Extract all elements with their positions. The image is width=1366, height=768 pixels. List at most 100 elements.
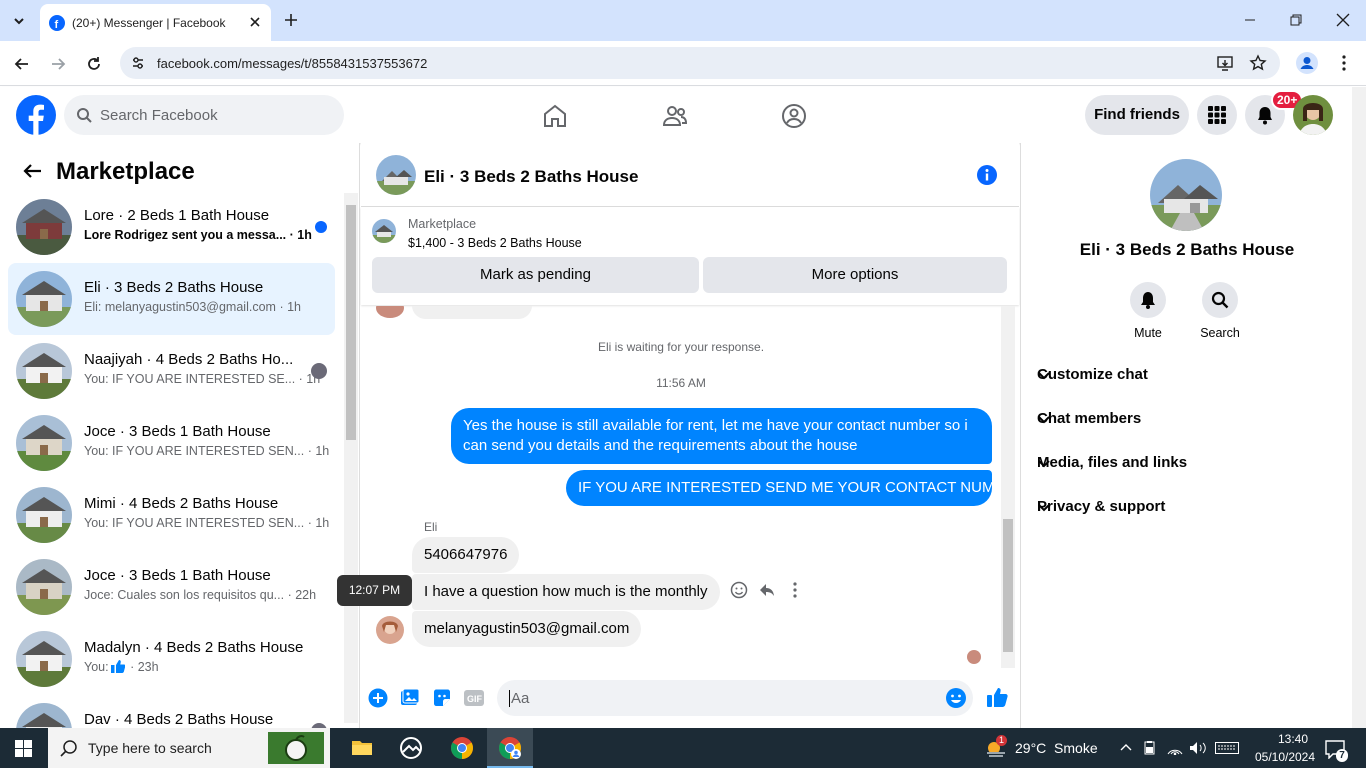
friends-icon[interactable] (662, 103, 688, 129)
conversation-name: Eli · 3 Beds 2 Baths House (84, 279, 264, 296)
svg-text:GIF: GIF (467, 694, 483, 704)
windows-start-icon[interactable] (15, 740, 32, 757)
emoji-icon[interactable] (945, 687, 967, 709)
search-conversation-button[interactable]: Search (1200, 282, 1240, 340)
chrome-active-window[interactable] (487, 728, 533, 768)
site-info-icon[interactable] (130, 55, 146, 71)
gif-icon[interactable]: GIF (463, 688, 485, 708)
taskbar-search-box[interactable]: Type here to search (48, 728, 330, 768)
restore-icon[interactable] (1289, 13, 1303, 27)
profile-icon[interactable] (1296, 52, 1318, 74)
chat-avatar[interactable] (376, 155, 416, 195)
conversation-item[interactable]: Mimi · 4 Beds 2 Baths House You: IF YOU A… (8, 479, 335, 551)
partial-message-bubble (412, 306, 532, 319)
battery-icon[interactable] (1143, 741, 1159, 755)
more-actions-icon[interactable] (790, 581, 800, 599)
seen-receipt-avatar (967, 650, 981, 664)
received-message[interactable]: I have a question how much is the monthl… (412, 574, 720, 610)
sent-message[interactable]: Yes the house is still available for ren… (451, 408, 992, 464)
home-icon[interactable] (542, 103, 568, 129)
conversation-item[interactable]: Naajiyah · 4 Beds 2 Baths Ho... You: IF Y… (8, 335, 335, 407)
wifi-icon[interactable] (1167, 741, 1183, 755)
mark-as-pending-button[interactable]: Mark as pending (372, 257, 699, 293)
message-input[interactable]: Aa (497, 680, 973, 716)
clock-date[interactable]: 05/10/2024 (1247, 750, 1323, 764)
account-avatar[interactable] (1293, 95, 1333, 135)
conversation-thumbnail (16, 703, 72, 728)
reply-icon[interactable] (758, 581, 776, 599)
photo-icon[interactable] (400, 688, 420, 708)
chat-members-section[interactable]: Chat members (1037, 398, 1337, 442)
search-icon-circle (1202, 282, 1238, 318)
thumbs-up-icon[interactable] (986, 686, 1008, 708)
weather-text[interactable]: 29°C Smoke (1015, 740, 1098, 756)
listing-thumbnail[interactable] (372, 219, 396, 243)
facebook-logo-icon[interactable] (16, 95, 56, 135)
profile-avatar[interactable] (1150, 159, 1222, 231)
browser-menu-icon[interactable] (1337, 54, 1351, 72)
close-tab-icon[interactable] (248, 15, 262, 29)
page-scrollbar[interactable] (1352, 87, 1366, 728)
sender-avatar[interactable] (376, 616, 404, 644)
close-window-icon[interactable] (1336, 13, 1350, 27)
groups-icon[interactable] (781, 103, 807, 129)
clock-time[interactable]: 13:40 (1264, 732, 1322, 746)
conversation-item[interactable]: Eli · 3 Beds 2 Baths House Eli: melanyagu… (8, 263, 335, 335)
sticker-icon[interactable] (432, 688, 452, 708)
back-arrow-icon[interactable] (22, 163, 42, 179)
chevron-down-icon (1037, 368, 1337, 382)
omnibox[interactable]: facebook.com/messages/t/8558431537553672 (120, 47, 1280, 79)
conversation-item[interactable]: Dav · 4 Beds 2 Baths House (8, 695, 335, 728)
conversation-scrollbar[interactable] (344, 193, 358, 723)
listing-price[interactable]: $1,400 - 3 Beds 2 Baths House (408, 236, 582, 250)
tab-search-icon[interactable] (8, 10, 30, 32)
conversation-preview: Lore Rodrigez sent you a messa... · 1h (84, 228, 312, 242)
message-scrollbar[interactable] (1001, 306, 1015, 668)
forward-icon[interactable] (49, 55, 67, 73)
chat-title[interactable]: Eli · 3 Beds 2 Baths House (424, 167, 638, 187)
conversation-item[interactable]: Lore · 2 Beds 1 Bath House Lore Rodrigez … (8, 191, 335, 263)
menu-button[interactable] (1197, 95, 1237, 135)
conversation-thumbnail (16, 415, 72, 471)
find-friends-button[interactable]: Find friends (1085, 95, 1189, 135)
chevron-up-icon[interactable] (1120, 742, 1132, 754)
privacy-support-section[interactable]: Privacy & support (1037, 486, 1337, 530)
conversation-item[interactable]: Madalyn · 4 Beds 2 Baths House You: · 23h (8, 623, 335, 695)
back-icon[interactable] (13, 55, 31, 73)
plus-icon[interactable] (368, 688, 388, 708)
file-explorer-icon[interactable] (351, 737, 373, 757)
search-icon (76, 107, 92, 123)
mute-button[interactable]: Mute (1130, 282, 1166, 340)
chevron-down-icon (1037, 412, 1337, 426)
install-app-icon[interactable] (1216, 54, 1234, 72)
conversation-item[interactable]: Joce · 3 Beds 1 Bath House You: IF YOU AR… (8, 407, 335, 479)
media-files-links-section[interactable]: Media, files and links (1037, 442, 1337, 486)
volume-icon[interactable] (1189, 741, 1207, 755)
customize-chat-section[interactable]: Customize chat (1037, 354, 1337, 398)
new-tab-icon[interactable] (283, 12, 299, 28)
bell-icon (1255, 105, 1275, 125)
reload-icon[interactable] (85, 55, 103, 73)
keyboard-icon[interactable] (1215, 742, 1239, 754)
menu-grid-icon (1208, 106, 1226, 124)
browser-tab-bar: f (20+) Messenger | Facebook (0, 0, 1366, 41)
marketplace-listing-banner: Marketplace $1,400 - 3 Beds 2 Baths Hous… (361, 207, 1019, 305)
conversation-thumbnail (16, 631, 72, 687)
chevron-down-icon (1037, 456, 1337, 470)
received-message[interactable]: melanyagustin503@gmail.com (412, 611, 642, 647)
bell-icon (1139, 290, 1157, 310)
message-thread: Eli is waiting for your response. 11:56 … (361, 306, 1001, 668)
browser-tab[interactable]: f (20+) Messenger | Facebook (40, 4, 271, 41)
minimize-icon[interactable] (1243, 13, 1257, 27)
more-options-button[interactable]: More options (703, 257, 1007, 293)
chrome-icon[interactable] (450, 736, 474, 760)
received-message[interactable]: 5406647976 (412, 537, 520, 573)
info-icon[interactable] (976, 164, 998, 186)
search-label: Search (1200, 326, 1240, 340)
bookmark-star-icon[interactable] (1249, 54, 1267, 72)
photos-app-icon[interactable] (400, 737, 422, 759)
facebook-search-input[interactable]: Search Facebook (64, 95, 344, 135)
react-emoji-icon[interactable] (730, 581, 748, 599)
conversation-item[interactable]: Joce · 3 Beds 1 Bath House Joce: Cuales s… (8, 551, 335, 623)
sent-message[interactable]: IF YOU ARE INTERESTED SEND ME YOUR CONTA… (566, 470, 1001, 506)
